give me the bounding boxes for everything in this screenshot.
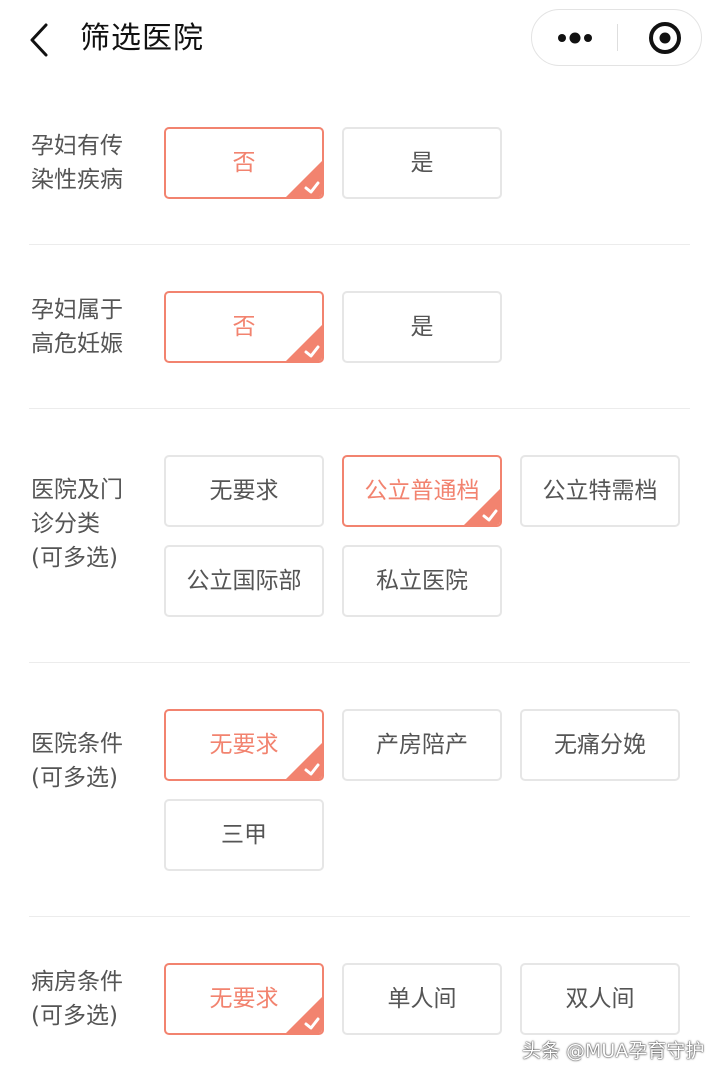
check-corner-icon (286, 161, 322, 197)
option-button[interactable]: 无要求 (164, 709, 324, 781)
option-button[interactable]: 否 (164, 291, 324, 363)
label-line: (可多选) (31, 1003, 118, 1029)
nav-bar: 筛选医院 (0, 0, 719, 80)
section-label: 孕妇属于 高危妊娠 (31, 293, 151, 361)
option-label: 是 (410, 150, 434, 176)
label-line: 病房条件 (31, 969, 123, 995)
chevron-left-icon (30, 23, 48, 57)
option-label: 无要求 (209, 732, 279, 758)
label-line: 医院及门 (31, 477, 123, 503)
filter-hospital-page: 筛选医院 孕妇有传 染性疾病 否 是 孕妇属于 高危妊娠 否 是 医院及门 诊分… (0, 0, 719, 1077)
option-label: 产房陪产 (376, 732, 468, 758)
option-label: 是 (410, 314, 434, 340)
option-button[interactable]: 无要求 (164, 963, 324, 1035)
target-circle-icon (649, 22, 681, 54)
label-line: 孕妇有传 (31, 133, 123, 159)
option-button[interactable]: 公立国际部 (164, 545, 324, 617)
section-label: 孕妇有传 染性疾病 (31, 129, 151, 197)
option-button[interactable]: 产房陪产 (342, 709, 502, 781)
watermark-text: 头条 @MUA孕育守护 (522, 1040, 705, 1062)
option-button[interactable]: 公立特需档 (520, 455, 680, 527)
close-button[interactable] (618, 10, 701, 65)
more-button[interactable] (532, 10, 617, 65)
label-line: 诊分类 (31, 511, 100, 537)
more-dots-icon (558, 32, 592, 44)
option-label: 单人间 (387, 986, 457, 1012)
label-line: 医院条件 (31, 731, 123, 757)
option-label: 否 (232, 150, 256, 176)
label-line: 孕妇属于 (31, 297, 123, 323)
option-button[interactable]: 无痛分娩 (520, 709, 680, 781)
section-label: 病房条件 (可多选) (31, 965, 151, 1033)
option-label: 无要求 (209, 986, 279, 1012)
option-label: 公立国际部 (186, 568, 302, 594)
option-label: 否 (232, 314, 256, 340)
option-button[interactable]: 公立普通档 (342, 455, 502, 527)
check-corner-icon (286, 325, 322, 361)
section-divider (29, 662, 690, 663)
option-button[interactable]: 否 (164, 127, 324, 199)
section-label: 医院条件 (可多选) (31, 727, 151, 795)
option-button[interactable]: 三甲 (164, 799, 324, 871)
option-button[interactable]: 私立医院 (342, 545, 502, 617)
mini-program-capsule (531, 9, 702, 66)
check-corner-icon (286, 997, 322, 1033)
label-line: (可多选) (31, 545, 118, 571)
section-divider (29, 244, 690, 245)
check-corner-icon (464, 489, 500, 525)
back-button[interactable] (22, 20, 58, 60)
label-line: 染性疾病 (31, 167, 123, 193)
page-title: 筛选医院 (80, 21, 204, 56)
option-label: 无痛分娩 (554, 732, 646, 758)
option-button[interactable]: 双人间 (520, 963, 680, 1035)
option-label: 双人间 (565, 986, 635, 1012)
option-label: 无要求 (209, 478, 279, 504)
option-button[interactable]: 单人间 (342, 963, 502, 1035)
section-divider (29, 408, 690, 409)
section-label: 医院及门 诊分类 (可多选) (31, 473, 151, 575)
label-line: (可多选) (31, 765, 118, 791)
option-button[interactable]: 是 (342, 291, 502, 363)
option-button[interactable]: 无要求 (164, 455, 324, 527)
option-button[interactable]: 是 (342, 127, 502, 199)
option-label: 公立特需档 (542, 478, 658, 504)
section-divider (29, 916, 690, 917)
option-label: 私立医院 (376, 568, 468, 594)
option-label: 三甲 (221, 822, 267, 848)
check-corner-icon (286, 743, 322, 779)
label-line: 高危妊娠 (31, 331, 123, 357)
